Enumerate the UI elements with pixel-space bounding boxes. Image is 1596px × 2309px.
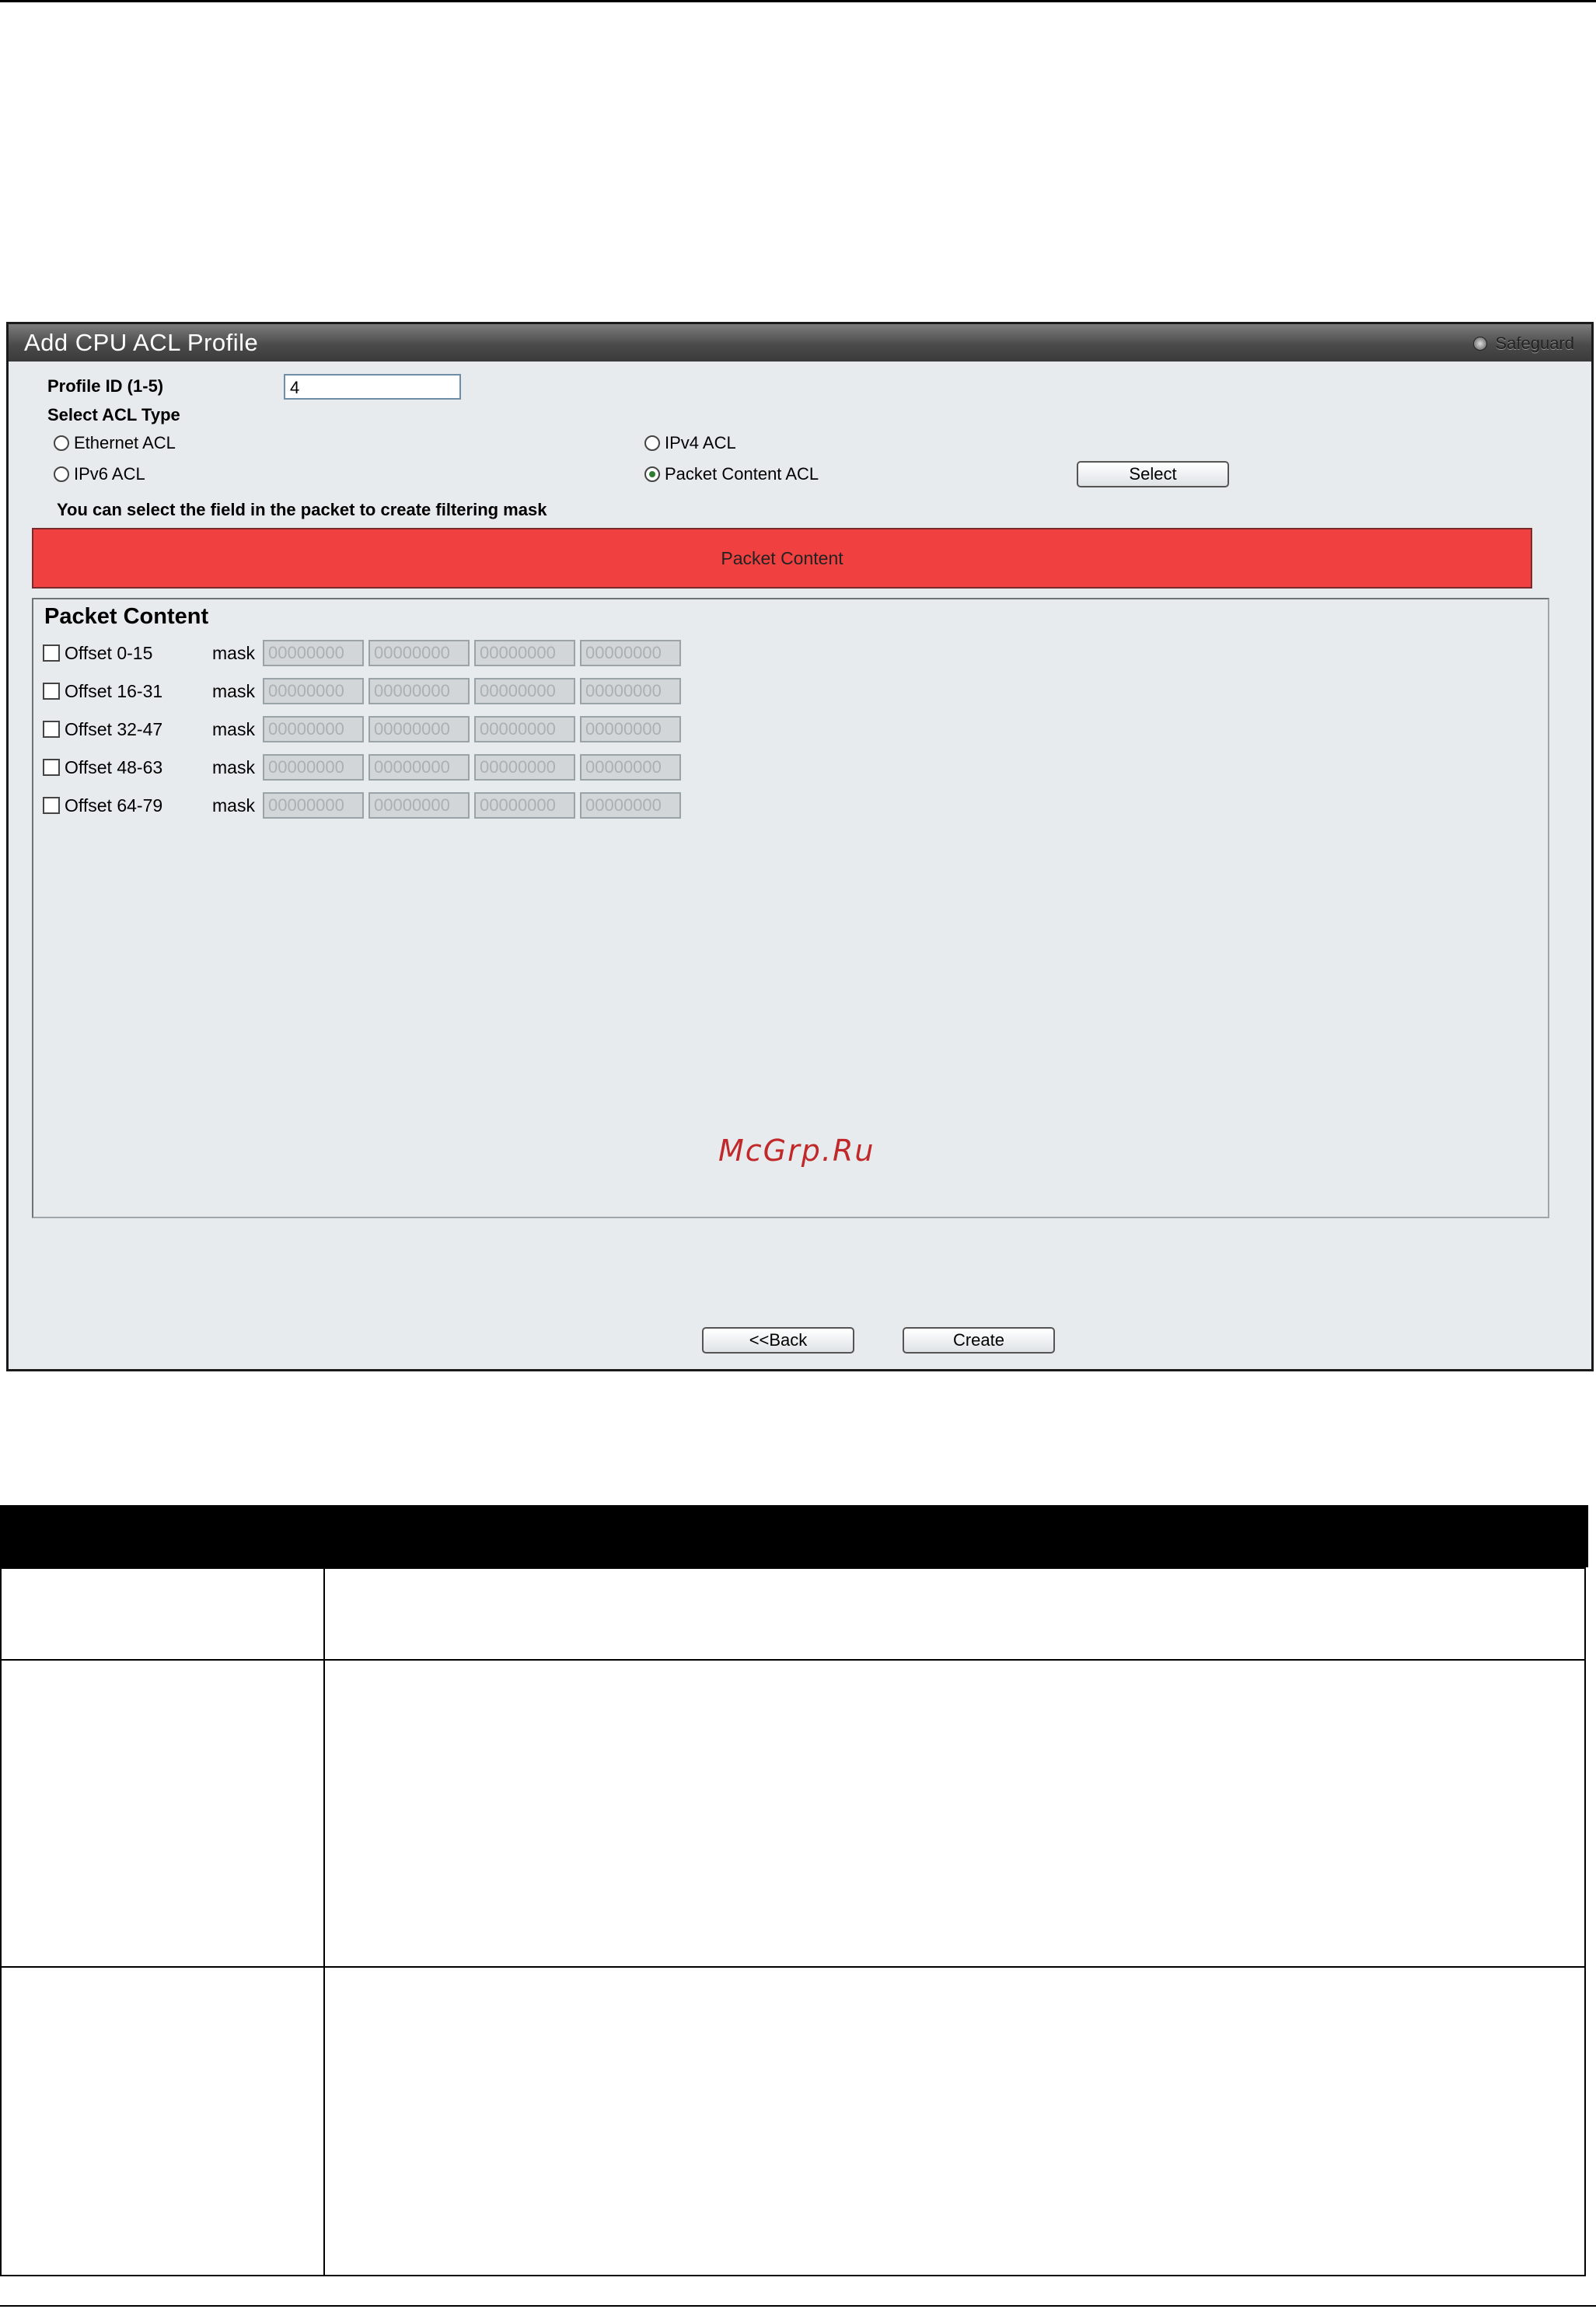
- offset-label: Offset 64-79: [65, 795, 163, 816]
- table-row: [2, 1968, 1584, 2275]
- radio-circle: [644, 435, 660, 451]
- radio-label: IPv6 ACL: [74, 464, 145, 484]
- offset-checkbox[interactable]: [43, 644, 60, 662]
- create-button[interactable]: Create: [903, 1327, 1055, 1354]
- select-acl-type-label: Select ACL Type: [47, 405, 180, 424]
- radio-circle-selected: [644, 466, 660, 482]
- radio-label: IPv4 ACL: [665, 433, 736, 452]
- mask-input[interactable]: 00000000: [368, 754, 470, 781]
- offset-row: Offset 32-47 mask 00000000 00000000 0000…: [43, 714, 686, 744]
- offset-label: Offset 48-63: [65, 756, 163, 777]
- window-title: Add CPU ACL Profile: [24, 329, 259, 356]
- offset-label: Offset 32-47: [65, 718, 163, 739]
- mask-input[interactable]: 00000000: [474, 678, 575, 704]
- column-divider: [323, 1661, 325, 1966]
- packet-content-bar[interactable]: Packet Content: [32, 528, 1532, 589]
- offset-label: Offset 16-31: [65, 680, 163, 701]
- offset-row: Offset 16-31 mask 00000000 00000000 0000…: [43, 676, 686, 706]
- table-header: [0, 1505, 1588, 1569]
- title-bar: Add CPU ACL Profile Safeguard: [9, 324, 1591, 362]
- mask-input[interactable]: 00000000: [368, 678, 470, 704]
- table-row: [2, 1661, 1584, 1968]
- profile-id-input[interactable]: 4: [284, 374, 461, 400]
- offset-row: Offset 0-15 mask 00000000 00000000 00000…: [43, 638, 686, 668]
- mask-input[interactable]: 00000000: [263, 716, 364, 742]
- column-divider: [323, 1968, 325, 2275]
- radio-label: Packet Content ACL: [665, 464, 819, 484]
- offset-row: Offset 48-63 mask 00000000 00000000 0000…: [43, 753, 686, 782]
- mask-label: mask: [212, 718, 255, 739]
- watermark-text: McGrp.Ru: [718, 1134, 875, 1168]
- column-divider: [323, 1569, 325, 1659]
- radio-ipv6-acl[interactable]: IPv6 ACL: [54, 464, 145, 484]
- mask-input[interactable]: 00000000: [263, 678, 364, 704]
- mask-input[interactable]: 00000000: [368, 716, 470, 742]
- mask-label: mask: [212, 642, 255, 663]
- table-row: [2, 1569, 1584, 1661]
- back-button[interactable]: <<Back: [702, 1327, 854, 1354]
- profile-id-label: Profile ID (1-5): [47, 376, 164, 396]
- mask-input[interactable]: 00000000: [368, 792, 470, 819]
- radio-circle: [54, 435, 69, 451]
- select-button[interactable]: Select: [1077, 461, 1229, 487]
- top-rule: [0, 0, 1596, 2]
- offset-label: Offset 0-15: [65, 642, 153, 663]
- mask-input[interactable]: 00000000: [368, 640, 470, 666]
- mask-label: mask: [212, 756, 255, 777]
- safeguard-indicator[interactable]: Safeguard: [1473, 334, 1574, 354]
- radio-ethernet-acl[interactable]: Ethernet ACL: [54, 433, 176, 453]
- parameter-table: [0, 1569, 1586, 2276]
- mask-label: mask: [212, 795, 255, 816]
- packet-content-section: Packet Content Offset 0-15 mask 00000000…: [32, 598, 1549, 1218]
- offset-checkbox[interactable]: [43, 797, 60, 814]
- offset-checkbox[interactable]: [43, 683, 60, 700]
- safeguard-label: Safeguard: [1495, 334, 1574, 353]
- acl-profile-window: Add CPU ACL Profile Safeguard Profile ID…: [6, 322, 1594, 1371]
- radio-ipv4-acl[interactable]: IPv4 ACL: [644, 433, 736, 453]
- radio-label: Ethernet ACL: [74, 433, 176, 452]
- mask-input[interactable]: 00000000: [474, 792, 575, 819]
- mask-input[interactable]: 00000000: [580, 678, 681, 704]
- offset-row: Offset 64-79 mask 00000000 00000000 0000…: [43, 791, 686, 820]
- bottom-rule: [0, 2305, 1596, 2307]
- mask-input[interactable]: 00000000: [263, 792, 364, 819]
- header-edge: [1586, 1505, 1588, 1567]
- mask-input[interactable]: 00000000: [474, 716, 575, 742]
- mask-label: mask: [212, 680, 255, 701]
- radio-circle: [54, 466, 69, 482]
- packet-content-title: Packet Content: [44, 604, 209, 629]
- filter-hint: You can select the field in the packet t…: [57, 500, 547, 519]
- offset-checkbox[interactable]: [43, 759, 60, 776]
- safeguard-status-icon: [1473, 337, 1488, 351]
- mask-input[interactable]: 00000000: [263, 640, 364, 666]
- offset-checkbox[interactable]: [43, 721, 60, 738]
- mask-input[interactable]: 00000000: [580, 640, 681, 666]
- mask-input[interactable]: 00000000: [580, 792, 681, 819]
- mask-input[interactable]: 00000000: [474, 640, 575, 666]
- mask-input[interactable]: 00000000: [263, 754, 364, 781]
- mask-input[interactable]: 00000000: [580, 754, 681, 781]
- mask-input[interactable]: 00000000: [474, 754, 575, 781]
- radio-packet-content-acl[interactable]: Packet Content ACL: [644, 464, 819, 484]
- mask-input[interactable]: 00000000: [580, 716, 681, 742]
